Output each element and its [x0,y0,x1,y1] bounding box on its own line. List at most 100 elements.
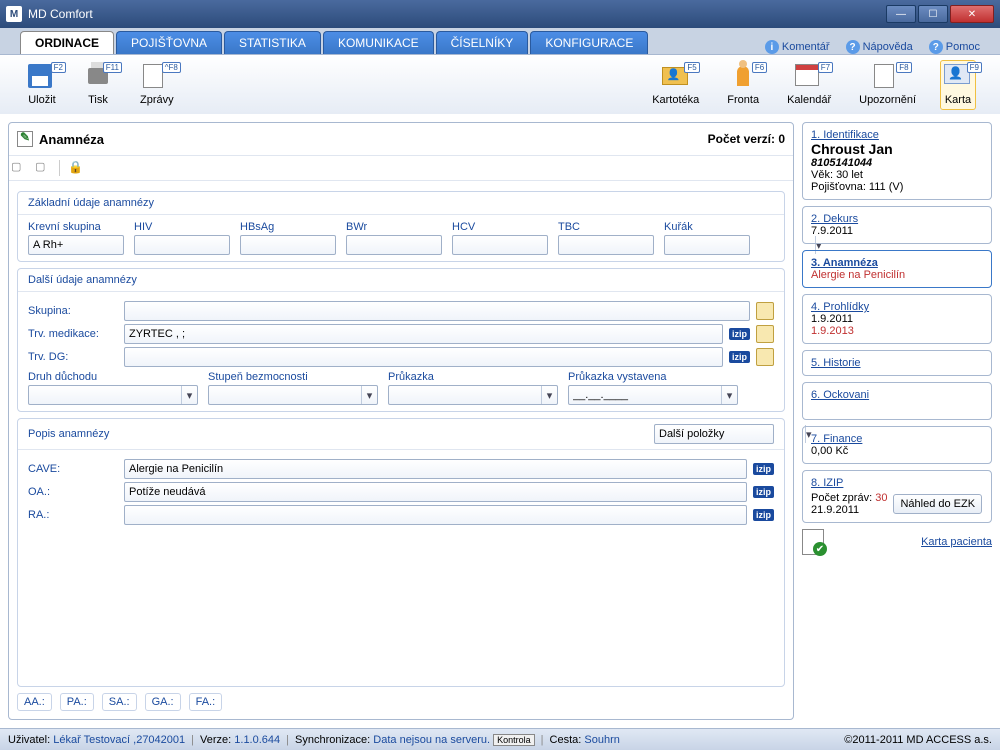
more-items-combo[interactable]: ▾ [654,424,774,444]
chevron-down-icon[interactable]: ▾ [721,386,737,404]
desc-section-title: Popis anamnézy [28,428,109,440]
bwr-combo[interactable]: ▾ [346,235,442,255]
vaccination-link[interactable]: 6. Ockovani [811,389,983,401]
link-fa[interactable]: FA.: [189,693,223,711]
print-button[interactable]: F11Tisk [80,60,116,110]
cave-input[interactable] [124,459,747,479]
medication-input[interactable] [124,324,723,344]
vaccination-panel: 6. Ockovani [802,382,992,420]
chevron-down-icon[interactable]: ▾ [541,386,557,404]
smoker-label: Kuřák [664,221,750,233]
dg-label: Trv. DG: [28,351,118,363]
other-section-title: Další údaje anamnézy [18,269,784,292]
hbsag-combo[interactable]: ▾ [240,235,336,255]
hiv-combo[interactable]: ▾ [134,235,230,255]
link-ga[interactable]: GA.: [145,693,181,711]
smoker-combo[interactable]: ▾ [664,235,750,255]
alert-button[interactable]: F8Upozornění [855,60,920,110]
menu-bar: ORDINACE POJIŠŤOVNA STATISTIKA KOMUNIKAC… [0,28,1000,54]
dg-input[interactable] [124,347,723,367]
oa-input[interactable] [124,482,747,502]
status-path[interactable]: Souhrn [584,734,619,746]
bloodgroup-combo[interactable]: izip▾ [28,235,124,255]
cardtype-combo[interactable]: ▾ [388,385,558,405]
ra-input[interactable] [124,505,747,525]
calendar-button[interactable]: F7Kalendář [783,60,835,110]
support-link[interactable]: ?Pomoc [929,40,980,54]
tbc-label: TBC [558,221,654,233]
bloodgroup-label: Krevní skupina [28,221,124,233]
identification-link[interactable]: 1. Identifikace [811,129,983,141]
copyright: ©2011-2011 MD ACCESS a.s. [844,734,992,746]
browse-button[interactable] [756,302,774,320]
help-link[interactable]: ?Nápověda [846,40,913,54]
document-check-icon [802,529,824,555]
mini-icon-2[interactable]: ▢ [35,160,51,176]
cardfile-button[interactable]: F5Kartotéka [648,60,703,110]
ezk-preview-button[interactable]: Náhled do EZK [893,494,982,514]
tbc-combo[interactable]: ▾ [558,235,654,255]
tab-ordinace[interactable]: ORDINACE [20,31,114,54]
mini-icon-1[interactable]: ▢ [11,160,27,176]
tab-pojistovna[interactable]: POJIŠŤOVNA [116,31,222,54]
status-version[interactable]: 1.1.0.644 [234,734,280,746]
patient-card-link[interactable]: Karta pacienta [921,536,992,548]
identification-panel: 1. Identifikace Chroust Jan 8105141044 V… [802,122,992,200]
comment-link[interactable]: iKomentář [765,40,830,54]
save-button[interactable]: F2Uložit [24,60,60,110]
medication-label: Trv. medikace: [28,328,118,340]
izip-badge: izip [753,463,774,475]
sync-check-button[interactable]: Kontrola [493,734,535,746]
browse-button[interactable] [756,325,774,343]
toolbar: F2Uložit F11Tisk ^F8Zprávy F5Kartotéka F… [0,54,1000,114]
status-sync-label: Synchronizace: [295,734,370,746]
izip-link[interactable]: 8. IZIP [811,477,983,489]
patient-number: 8105141044 [811,157,983,169]
anamneza-panel: Anamnéza Počet verzí: 0 ▢ ▢ 🔒 Základní ú… [8,122,794,720]
reports-button[interactable]: ^F8Zprávy [136,60,178,110]
tab-konfigurace[interactable]: KONFIGURACE [530,31,648,54]
finance-link[interactable]: 7. Finance [811,433,983,445]
browse-button[interactable] [756,348,774,366]
dekurs-link[interactable]: 2. Dekurs [811,213,983,225]
panel-title: Anamnéza [39,132,104,147]
disability-combo[interactable]: ▾ [208,385,378,405]
status-sync[interactable]: Data nejsou na serveru. [373,734,490,746]
basic-data-section: Základní údaje anamnézy Krevní skupinaiz… [17,191,785,262]
maximize-button[interactable]: ☐ [918,5,948,23]
tab-ciselniky[interactable]: ČÍSELNÍKY [436,31,529,54]
anamneza-link[interactable]: 3. Anamnéza [811,257,983,269]
link-pa[interactable]: PA.: [60,693,94,711]
link-aa[interactable]: AA.: [17,693,52,711]
queue-icon [737,66,749,86]
patient-name: Chroust Jan [811,141,983,157]
description-section: Popis anamnézy ▾ CAVE:izip OA.:izip RA.:… [17,418,785,687]
bottom-links: AA.: PA.: SA.: GA.: FA.: [17,693,785,711]
minimize-button[interactable]: — [886,5,916,23]
ra-label: RA.: [28,509,118,521]
pension-combo[interactable]: ▾ [28,385,198,405]
report-icon [143,64,163,88]
group-input[interactable] [124,301,750,321]
cardissued-combo[interactable]: ▾ [568,385,738,405]
app-icon: M [6,6,22,22]
status-path-label: Cesta: [550,734,582,746]
card-button[interactable]: F9Karta [940,60,976,110]
chevron-down-icon[interactable]: ▾ [181,386,197,404]
dekurs-panel: 2. Dekurs 7.9.2011 [802,206,992,244]
cave-label: CAVE: [28,463,118,475]
tab-komunikace[interactable]: KOMUNIKACE [323,31,434,54]
info-icon: i [765,40,779,54]
close-button[interactable]: ✕ [950,5,994,23]
hcv-combo[interactable]: ▾ [452,235,548,255]
tab-statistika[interactable]: STATISTIKA [224,31,321,54]
queue-button[interactable]: F6Fronta [723,60,763,110]
chevron-down-icon[interactable]: ▾ [361,386,377,404]
cardissued-label: Průkazka vystavena [568,371,738,383]
history-link[interactable]: 5. Historie [811,357,983,369]
hbsag-label: HBsAg [240,221,336,233]
exams-link[interactable]: 4. Prohlídky [811,301,983,313]
status-bar: Uživatel: Lékař Testovací ,27042001 | Ve… [0,728,1000,750]
link-sa[interactable]: SA.: [102,693,137,711]
status-user[interactable]: Lékař Testovací ,27042001 [53,734,185,746]
